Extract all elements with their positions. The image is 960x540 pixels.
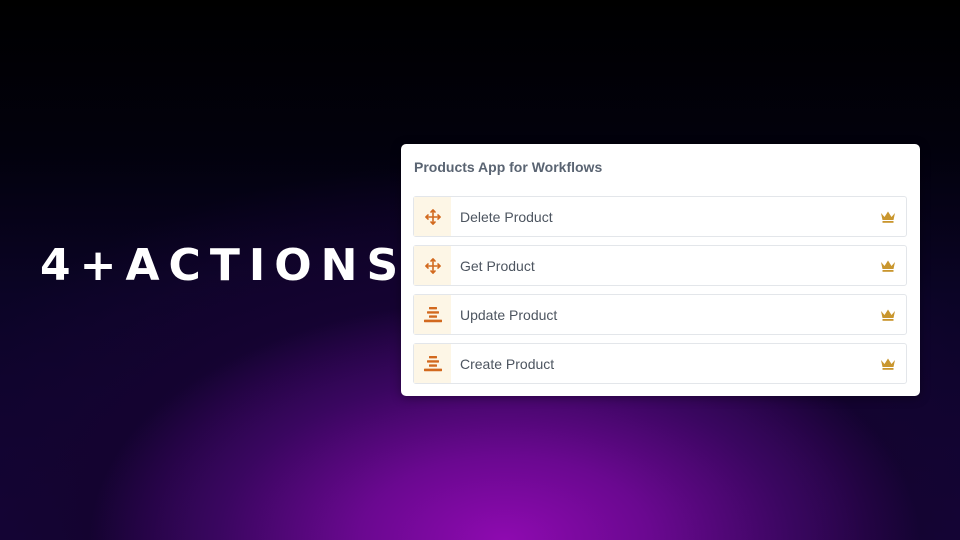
crown-icon <box>880 210 896 224</box>
action-label: Update Product <box>460 306 558 323</box>
workflow-actions-card: Products App for Workflows Delete Produc… <box>401 144 920 396</box>
action-item-create-product[interactable]: Create Product <box>413 343 907 384</box>
crown-icon <box>880 308 896 322</box>
move-arrows-icon <box>414 197 451 236</box>
action-item-get-product[interactable]: Get Product <box>413 245 907 286</box>
action-label: Get Product <box>460 257 535 274</box>
crown-icon <box>880 259 896 273</box>
move-arrows-icon <box>414 246 451 285</box>
card-title: Products App for Workflows <box>414 159 603 175</box>
action-item-delete-product[interactable]: Delete Product <box>413 196 907 237</box>
action-item-update-product[interactable]: Update Product <box>413 294 907 335</box>
action-label: Delete Product <box>460 208 553 225</box>
crown-icon <box>880 357 896 371</box>
headline-text: 4+ACTIONS <box>40 240 408 291</box>
action-list: Delete Product Get Product Update Produc… <box>413 196 907 392</box>
stack-bars-icon <box>414 344 451 383</box>
action-label: Create Product <box>460 355 555 372</box>
stack-bars-icon <box>414 295 451 334</box>
